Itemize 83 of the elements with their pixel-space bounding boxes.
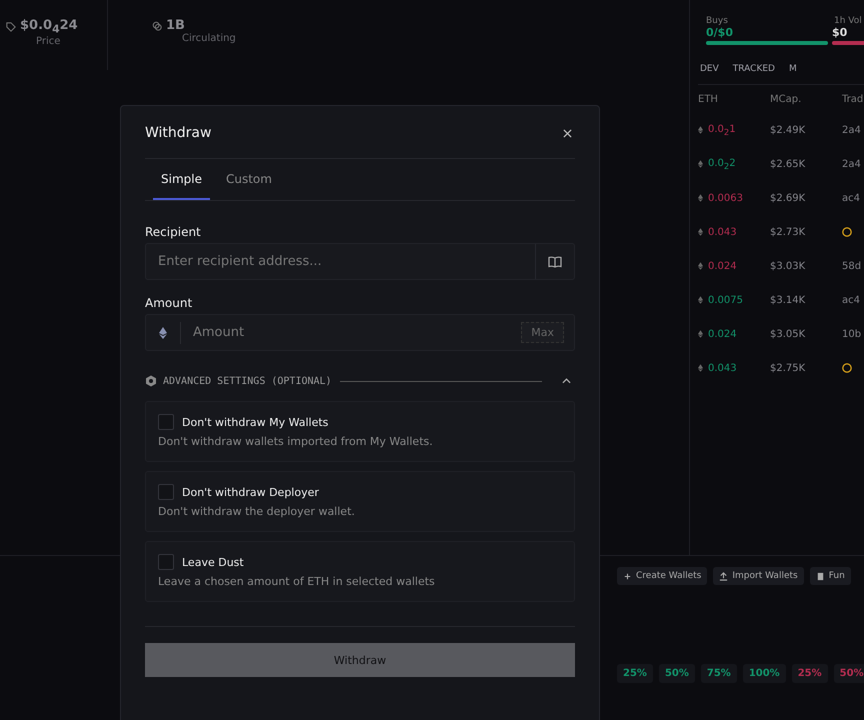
ethereum-icon <box>159 326 167 338</box>
table-cell: 0.0075 <box>708 294 743 306</box>
table-cell: ac4 <box>842 294 860 306</box>
tab[interactable]: Custom <box>218 159 280 200</box>
coin-icon <box>842 227 852 237</box>
table-cell: 0.043 <box>708 226 737 238</box>
table-cell: 0.0063 <box>708 192 743 204</box>
ethereum-icon <box>698 296 703 304</box>
table-cell: 2a4 <box>842 124 861 136</box>
ethereum-icon <box>698 126 703 134</box>
table-cell: ac4 <box>842 192 860 204</box>
filter-tab[interactable]: DEV <box>698 62 721 76</box>
table-cell: 10b <box>842 328 862 340</box>
table-cell-text: $2.75K <box>770 362 806 374</box>
hexagon-icon <box>145 375 157 387</box>
action-button[interactable]: Import Wallets <box>713 567 804 585</box>
preset-button[interactable]: 50% <box>658 664 695 683</box>
ethereum-icon <box>698 194 703 202</box>
option-title: Don't withdraw Deployer <box>182 486 319 498</box>
flow-label: 1h Vol <box>834 16 863 26</box>
ethereum-icon <box>698 160 703 168</box>
preset-button[interactable]: 25% <box>617 664 653 683</box>
flow-value: 0/$0 <box>706 26 734 39</box>
table-cell: 0.024 <box>708 328 737 340</box>
coins-icon <box>152 20 162 30</box>
document-icon <box>816 572 825 580</box>
section-title: ADVANCED SETTINGS (OPTIONAL) <box>163 376 332 386</box>
stat-label: Circulating <box>182 33 237 44</box>
table-cell-text: $2.73K <box>770 226 806 238</box>
amount-input[interactable]: Amount <box>181 315 522 350</box>
table-cell-text: $3.05K <box>770 328 806 340</box>
tag-icon <box>6 22 16 32</box>
preset-button[interactable]: 50% <box>834 664 864 683</box>
ethereum-icon <box>698 228 703 236</box>
table-cell: 0.0$_{2}$1 <box>708 124 736 136</box>
checkbox[interactable] <box>158 554 174 570</box>
option-description: Don't withdraw the deployer wallet. <box>158 505 356 518</box>
plus-icon <box>623 572 632 580</box>
table-cell: 2a4 <box>842 158 861 170</box>
amount-field[interactable]: Amount Max <box>145 314 575 351</box>
ethereum-icon <box>698 262 703 270</box>
tab[interactable]: Simple <box>153 159 210 200</box>
field-label: Amount <box>145 296 194 310</box>
option-title: Leave Dust <box>182 556 244 568</box>
field-label: Recipient <box>145 225 202 239</box>
action-button[interactable]: Create Wallets <box>617 567 708 585</box>
table-cell-text: $2.65K <box>770 158 806 170</box>
preset-button[interactable]: 100% <box>742 664 786 683</box>
table-cell: 58d <box>842 260 862 272</box>
coin-icon <box>842 363 852 373</box>
flow-label: Buys <box>706 16 729 26</box>
flow-value: $0 <box>832 26 848 39</box>
preset-button[interactable]: 75% <box>700 664 737 683</box>
table-cell-text: $3.14K <box>770 294 806 306</box>
checkbox[interactable] <box>158 484 174 500</box>
dialog-title: Withdraw <box>145 125 212 141</box>
table-cell-text: $3.03K <box>770 260 806 272</box>
table-cell-text: $2.69K <box>770 192 806 204</box>
ethereum-icon <box>698 330 703 338</box>
stat-label: Price <box>36 36 62 47</box>
column-header[interactable]: MCap. <box>770 94 842 104</box>
checkbox[interactable] <box>158 414 174 430</box>
preset-button[interactable]: 25% <box>792 664 828 683</box>
column-header[interactable]: Trad <box>842 94 864 104</box>
address-book-icon[interactable] <box>548 256 562 268</box>
table-cell: 0.0$_{2}$2 <box>708 158 736 170</box>
upload-icon <box>719 572 728 580</box>
table-cell: 0.043 <box>708 362 737 374</box>
option-title: Don't withdraw My Wallets <box>182 416 328 428</box>
filter-tab[interactable]: M <box>786 62 799 76</box>
action-button[interactable]: Fun <box>810 567 851 585</box>
column-header[interactable]: ETH <box>698 94 770 104</box>
max-button[interactable]: Max <box>521 322 564 343</box>
chevron-icon[interactable] <box>562 378 571 384</box>
close-icon[interactable] <box>563 128 572 138</box>
stat-value: 1B <box>166 18 185 33</box>
option-description: Don't withdraw wallets imported from My Wallets. <box>158 435 434 448</box>
ethereum-icon <box>698 364 703 372</box>
stat-value: $0.0$_{4}$24 <box>20 18 78 36</box>
table-cell-text: $2.49K <box>770 124 806 136</box>
filter-tab[interactable]: TRACKED <box>730 62 777 76</box>
table-cell: 0.024 <box>708 260 737 272</box>
option-description: Leave a chosen amount of ETH in selected wallets <box>158 575 436 588</box>
